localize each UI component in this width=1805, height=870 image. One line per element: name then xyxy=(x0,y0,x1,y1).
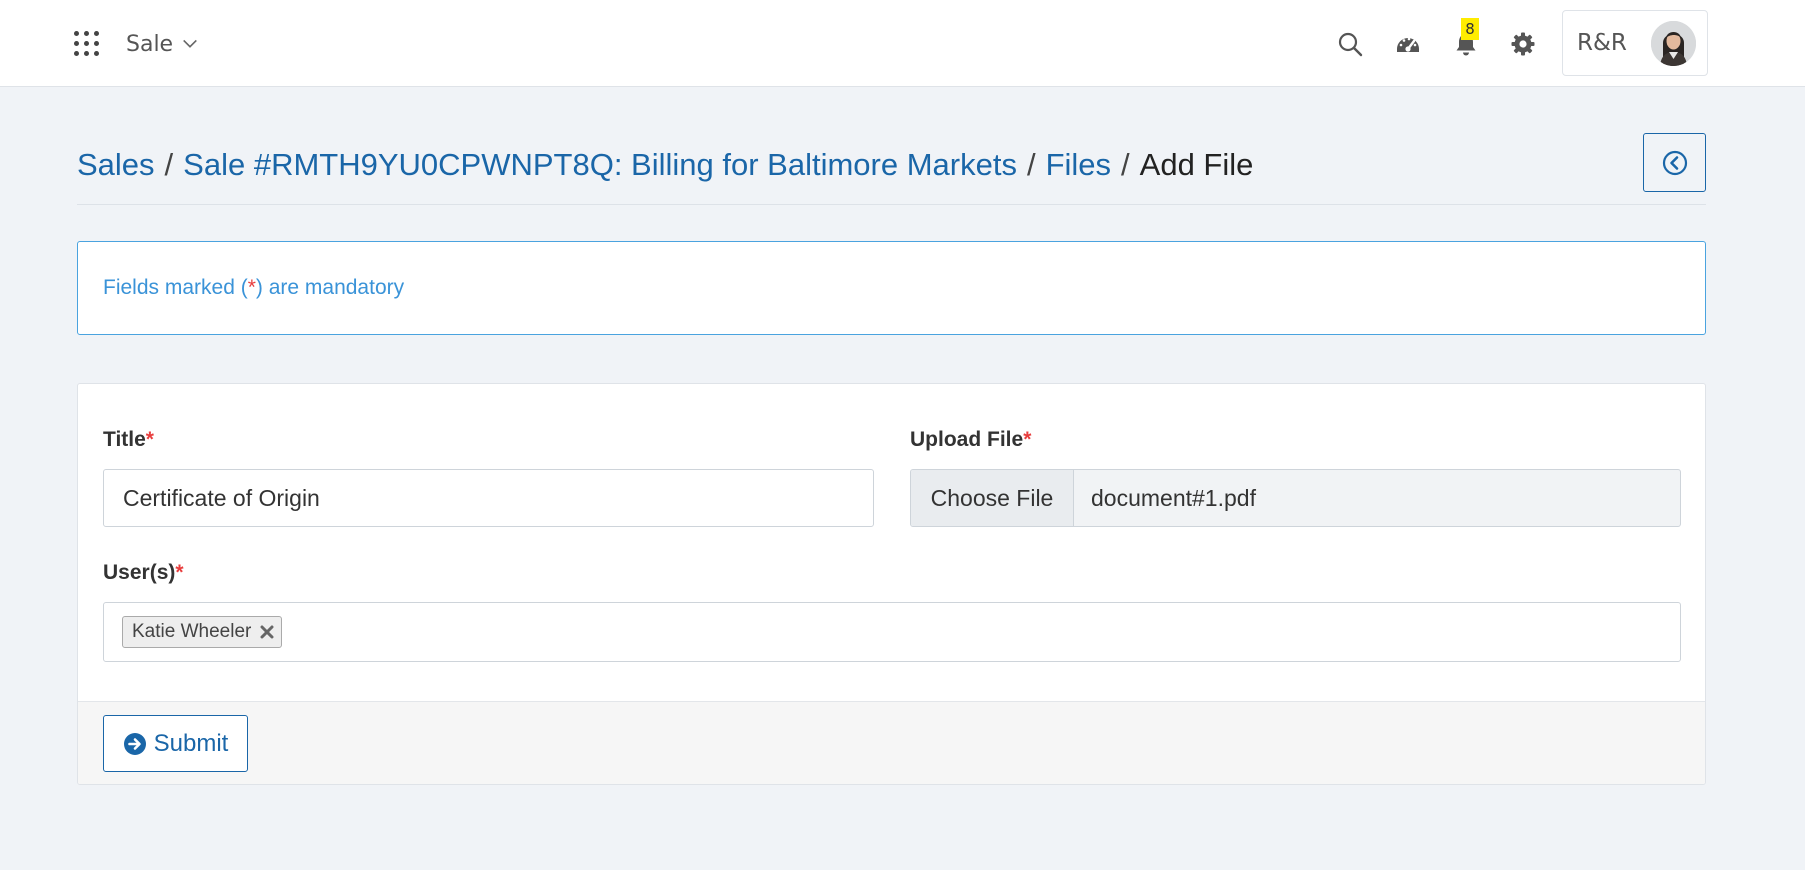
users-select[interactable]: Katie Wheeler xyxy=(103,602,1681,662)
avatar xyxy=(1651,21,1696,66)
upload-file-label-text: Upload File xyxy=(910,428,1024,451)
required-mark: * xyxy=(1023,428,1032,451)
upload-file-label: Upload File* xyxy=(910,428,1031,452)
user-menu[interactable]: R&R xyxy=(1562,10,1708,76)
title-label-text: Title xyxy=(103,428,146,451)
user-initials: R&R xyxy=(1577,30,1627,56)
breadcrumb: Sales / Sale #RMTH9YU0CPWNPT8Q: Billing fo… xyxy=(77,143,1253,187)
alert-text-prefix: Fields marked ( xyxy=(103,276,248,299)
users-label-text: User(s) xyxy=(103,561,176,584)
title-label: Title* xyxy=(103,428,154,452)
module-label: Sale xyxy=(126,31,174,57)
mandatory-fields-alert: Fields marked (*) are mandatory xyxy=(77,241,1706,335)
module-switcher[interactable]: Sale xyxy=(126,29,199,59)
arrow-left-circle-icon xyxy=(1662,150,1687,175)
user-tag: Katie Wheeler xyxy=(122,616,283,648)
chevron-down-icon xyxy=(183,39,197,48)
submit-button[interactable]: Submit xyxy=(103,715,248,772)
breadcrumb-sale-link[interactable]: Sale #RMTH9YU0CPWNPT8Q: Billing for Balt… xyxy=(183,147,1017,182)
selected-file-name: document#1.pdf xyxy=(1091,484,1256,511)
breadcrumb-separator: / xyxy=(1026,147,1036,182)
submit-label: Submit xyxy=(153,729,229,757)
breadcrumb-sales-link[interactable]: Sales xyxy=(77,147,155,182)
apps-grid-icon[interactable] xyxy=(74,31,99,56)
alert-text-suffix: ) are mandatory xyxy=(255,276,405,299)
user-tag-label: Katie Wheeler xyxy=(132,621,252,642)
breadcrumb-files-link[interactable]: Files xyxy=(1046,147,1111,182)
users-label: User(s)* xyxy=(103,561,184,585)
form-footer: Submit xyxy=(78,701,1705,784)
required-mark: * xyxy=(175,561,184,584)
alert-required-star: * xyxy=(247,276,256,299)
required-mark: * xyxy=(145,428,154,451)
breadcrumb-separator: / xyxy=(164,147,174,182)
remove-tag-icon[interactable] xyxy=(259,624,275,640)
add-file-form: Title* Upload File* Choose File document… xyxy=(77,383,1706,785)
notification-badge: 8 xyxy=(1461,18,1479,40)
title-input[interactable] xyxy=(103,469,874,527)
breadcrumb-separator: / xyxy=(1121,147,1130,182)
file-upload-input[interactable]: Choose File document#1.pdf xyxy=(910,469,1681,527)
choose-file-button[interactable]: Choose File xyxy=(911,470,1074,526)
header-divider xyxy=(77,204,1706,205)
gear-icon[interactable] xyxy=(1509,30,1537,58)
back-button[interactable] xyxy=(1643,133,1706,192)
search-icon[interactable] xyxy=(1336,30,1364,58)
top-navbar: Sale 8 R&R xyxy=(0,0,1805,87)
arrow-right-circle-icon xyxy=(123,732,146,755)
page-title: Add File xyxy=(1139,147,1254,182)
dashboard-icon[interactable] xyxy=(1394,30,1422,58)
